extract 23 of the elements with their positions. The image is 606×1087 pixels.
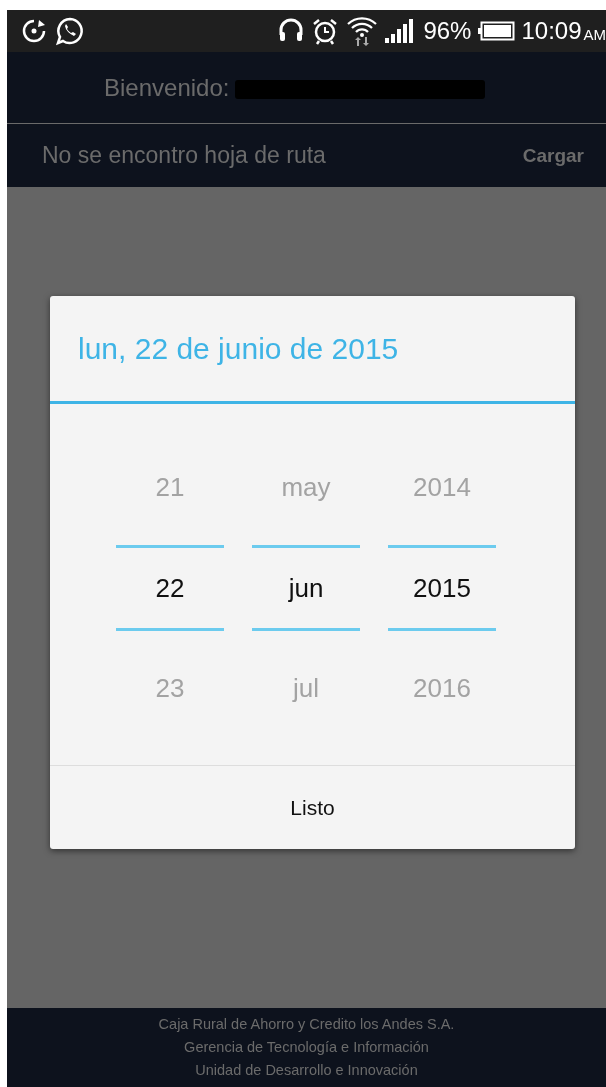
footer-text: Gerencia de Tecnología e Información (184, 1038, 429, 1057)
footer-text: Caja Rural de Ahorro y Credito los Andes S.A. (158, 1015, 455, 1034)
picker-value[interactable]: 21 (116, 437, 224, 538)
chat-icon (55, 16, 85, 46)
route-message: No se encontro hoja de ruta (42, 142, 326, 169)
picker-value[interactable]: 2016 (388, 638, 496, 739)
picker-value[interactable]: 23 (116, 638, 224, 739)
dialog-title: lun, 22 de junio de 2015 (50, 296, 575, 404)
load-button[interactable]: Cargar (522, 144, 584, 167)
picker-value[interactable]: may (252, 437, 360, 538)
sync-icon (21, 18, 47, 44)
clock-time: 10:09 (521, 17, 582, 45)
picker-value[interactable]: 2014 (388, 437, 496, 538)
clock-period: AM (583, 24, 606, 43)
footer-text: Unidad de Desarrollo e Innovación (195, 1061, 418, 1080)
done-button[interactable]: Listo (50, 766, 575, 849)
picker-value[interactable]: 2015 (388, 545, 496, 631)
picker-value[interactable]: jul (252, 638, 360, 739)
picker-value[interactable]: jun (252, 545, 360, 631)
battery-icon (477, 21, 516, 41)
battery-percent: 96% (423, 17, 472, 45)
welcome-label: Bienvenido: (104, 73, 230, 102)
picker-value[interactable]: 22 (116, 545, 224, 631)
